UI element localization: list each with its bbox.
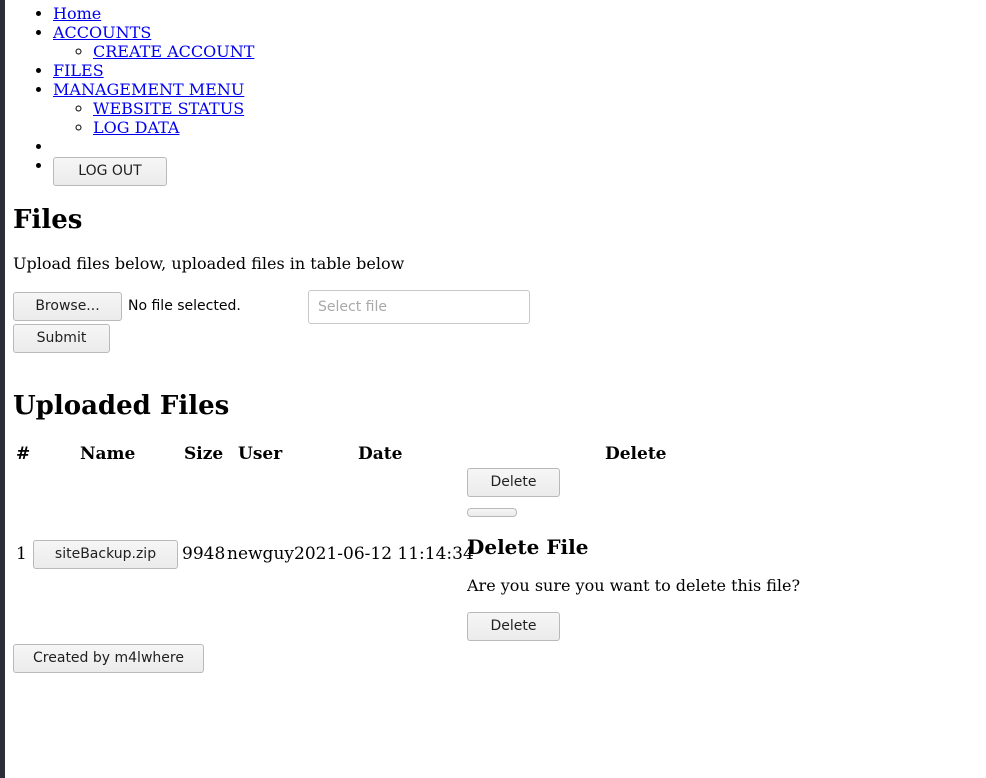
nav-link-create-account[interactable]: CREATE ACCOUNT [93,42,254,61]
confirm-delete-button[interactable]: Delete [467,612,560,641]
logout-button[interactable]: LOG OUT [53,157,167,186]
management-submenu: WEBSITE STATUS LOG DATA [53,99,973,137]
nav-item-files: FILES [53,61,973,80]
nav-item-home: Home [53,4,973,23]
nav-item-website-status: WEBSITE STATUS [93,99,973,118]
cell-date: 2021-06-12 11:14:34 [294,544,474,564]
nav-item-log-data: LOG DATA [93,118,973,137]
delete-button[interactable]: Delete [467,468,560,497]
col-header-num: # [16,444,31,464]
browse-button[interactable]: Browse... [13,292,122,321]
file-status-text: No file selected. [128,298,241,314]
col-header-delete: Delete [605,444,667,464]
delete-modal-title: Delete File [467,535,589,559]
cell-size: 9948 [182,544,226,564]
modal-close-button[interactable] [467,508,517,517]
accounts-submenu: CREATE ACCOUNT [53,42,973,61]
col-header-user: User [238,444,283,464]
cell-user: newguy [227,544,294,564]
nav-item-accounts: ACCOUNTS CREATE ACCOUNT [53,23,973,61]
nav-item-logout: LOG OUT [53,156,973,186]
col-header-size: Size [184,444,224,464]
cell-num: 1 [16,544,27,564]
submit-button[interactable]: Submit [13,324,110,353]
main-nav: Home ACCOUNTS CREATE ACCOUNT FILES MANAG… [13,4,973,186]
select-file-input[interactable] [308,290,530,324]
nav-item-empty [53,137,973,156]
window-left-border [0,0,5,778]
nav-item-management-menu: MANAGEMENT MENU WEBSITE STATUS LOG DATA [53,80,973,137]
nav-link-accounts[interactable]: ACCOUNTS [53,23,151,42]
uploaded-files-heading: Uploaded Files [13,391,230,421]
page-content: Home ACCOUNTS CREATE ACCOUNT FILES MANAG… [13,0,973,673]
footer-credit-button[interactable]: Created by m4lwhere [13,644,204,673]
nav-link-website-status[interactable]: WEBSITE STATUS [93,99,244,118]
file-download-button[interactable]: siteBackup.zip [33,540,178,569]
nav-link-home[interactable]: Home [53,4,101,23]
nav-item-create-account: CREATE ACCOUNT [93,42,973,61]
nav-link-log-data[interactable]: LOG DATA [93,118,179,137]
col-header-date: Date [358,444,403,464]
nav-link-files[interactable]: FILES [53,61,104,80]
page-title: Files [13,205,83,235]
delete-modal-text: Are you sure you want to delete this fil… [467,576,801,595]
col-header-name: Name [80,444,136,464]
page-intro: Upload files below, uploaded files in ta… [13,254,405,273]
nav-link-management-menu[interactable]: MANAGEMENT MENU [53,80,244,99]
